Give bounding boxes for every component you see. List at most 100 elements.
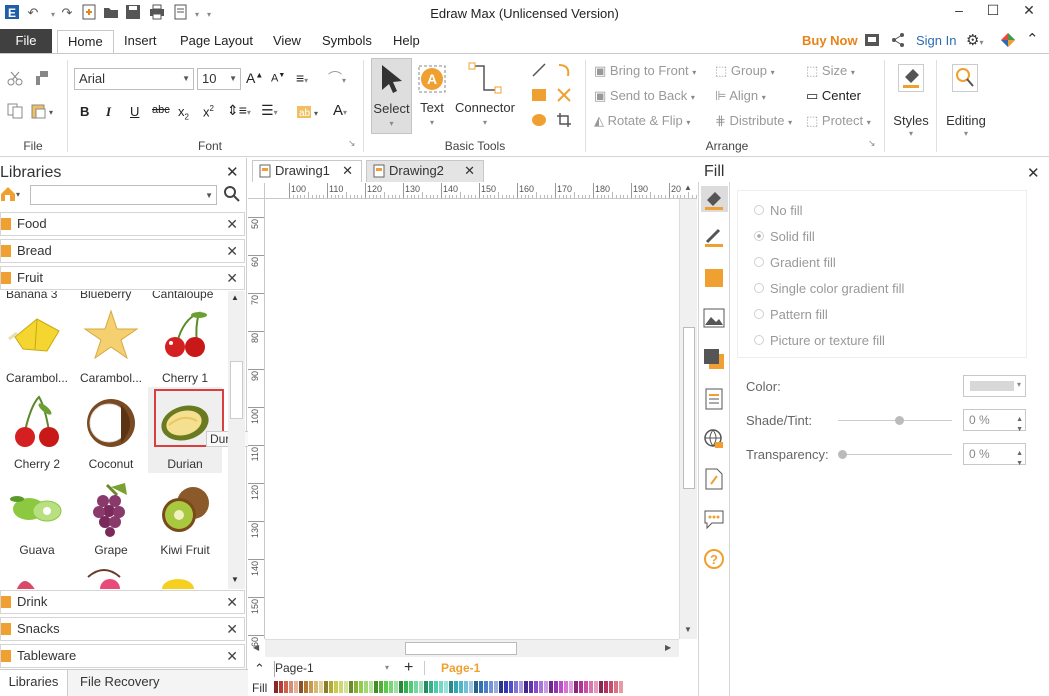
- font-size-select[interactable]: 10 ▼: [197, 68, 241, 90]
- color-swatch[interactable]: [469, 681, 473, 693]
- shade-tint-spinner[interactable]: 0 % ▲ ▼: [963, 409, 1026, 433]
- bold-icon[interactable]: B: [80, 104, 89, 119]
- close-category-icon[interactable]: ✕: [226, 213, 238, 235]
- color-swatch[interactable]: [379, 681, 383, 693]
- cut-icon[interactable]: [7, 70, 23, 86]
- close-category-icon[interactable]: ✕: [226, 240, 238, 262]
- connector-dropdown-icon[interactable]: ▾: [452, 118, 518, 127]
- color-swatch[interactable]: [359, 681, 363, 693]
- page-tab-page-1[interactable]: Page-1: [441, 661, 480, 675]
- cart-icon[interactable]: [864, 32, 880, 51]
- add-page-icon[interactable]: +: [404, 659, 413, 677]
- page-properties-icon[interactable]: [704, 388, 724, 413]
- color-swatch[interactable]: [339, 681, 343, 693]
- color-swatch[interactable]: [559, 681, 563, 693]
- color-swatch[interactable]: [584, 681, 588, 693]
- pen-tool-icon[interactable]: [556, 87, 572, 103]
- library-scrollbar[interactable]: ▲ ▼: [228, 291, 245, 589]
- color-swatch[interactable]: [314, 681, 318, 693]
- color-swatch[interactable]: [369, 681, 373, 693]
- share-icon[interactable]: [890, 32, 906, 51]
- rotate-flip-button[interactable]: ◭ Rotate & Flip ▾: [594, 113, 690, 129]
- library-category-bread[interactable]: Bread ✕: [0, 239, 245, 263]
- shape-cherry-1[interactable]: Cherry 1: [148, 301, 222, 387]
- color-swatch[interactable]: [274, 681, 278, 693]
- option-solid-fill[interactable]: Solid fill: [754, 229, 815, 244]
- color-swatch[interactable]: [404, 681, 408, 693]
- option-gradient-fill[interactable]: Gradient fill: [754, 255, 836, 270]
- library-search-input[interactable]: ▼: [30, 185, 217, 205]
- shape-cherry-2[interactable]: Cherry 2: [0, 387, 74, 473]
- tab-drawing2[interactable]: Drawing2 ✕: [366, 160, 484, 182]
- close-category-icon[interactable]: ✕: [226, 591, 238, 613]
- shape-carambola-2[interactable]: Carambol...: [74, 301, 148, 387]
- rectangle-tool-icon[interactable]: [531, 87, 547, 103]
- scroll-right-icon[interactable]: ▶: [665, 643, 671, 652]
- color-swatch[interactable]: [489, 681, 493, 693]
- format-painter-icon[interactable]: [33, 70, 49, 86]
- superscript-icon[interactable]: x2: [203, 104, 214, 119]
- arc-tool-icon[interactable]: [556, 62, 572, 78]
- shadow-icon[interactable]: [703, 348, 725, 373]
- highlight-color-icon[interactable]: ab ▾: [296, 104, 322, 120]
- maximize-icon[interactable]: ☐: [976, 0, 1010, 22]
- color-swatch[interactable]: [614, 681, 618, 693]
- color-swatch[interactable]: [544, 681, 548, 693]
- transparency-slider-track[interactable]: [838, 454, 952, 455]
- shade-slider-thumb[interactable]: [895, 416, 904, 425]
- shape-guava[interactable]: Guava: [0, 473, 74, 559]
- minimize-icon[interactable]: –: [942, 0, 976, 22]
- comment-icon[interactable]: [703, 508, 725, 533]
- send-to-back-button[interactable]: ▣ Send to Back ▾: [594, 88, 695, 104]
- paste-icon[interactable]: ▾: [31, 103, 59, 119]
- bring-to-front-button[interactable]: ▣ Bring to Front ▾: [594, 63, 696, 79]
- color-swatch[interactable]: [309, 681, 313, 693]
- color-swatch[interactable]: [284, 681, 288, 693]
- select-tool-button[interactable]: Select ▾: [371, 58, 412, 134]
- transparency-spinner[interactable]: 0 % ▲ ▼: [963, 443, 1026, 467]
- color-swatch[interactable]: [384, 681, 388, 693]
- font-name-select[interactable]: Arial ▼: [74, 68, 194, 90]
- editing-button[interactable]: Editing ▾: [940, 58, 992, 138]
- select-dropdown-icon[interactable]: ▾: [372, 119, 411, 128]
- underline-icon[interactable]: U: [130, 104, 139, 119]
- color-swatch[interactable]: [444, 681, 448, 693]
- library-category-tableware[interactable]: Tableware ✕: [0, 644, 245, 668]
- color-swatch[interactable]: [449, 681, 453, 693]
- library-category-food[interactable]: Food ✕: [0, 212, 245, 236]
- close-window-icon[interactable]: ✕: [1012, 0, 1046, 22]
- scroll-left-icon[interactable]: ◀: [253, 643, 259, 652]
- color-swatch[interactable]: [454, 681, 458, 693]
- ellipse-tool-icon[interactable]: [531, 112, 547, 128]
- canvas-horizontal-scrollbar[interactable]: ◀ ▶: [253, 639, 679, 657]
- color-swatch[interactable]: [459, 681, 463, 693]
- line-tool-icon[interactable]: [531, 62, 547, 78]
- color-swatch[interactable]: [464, 681, 468, 693]
- transparency-slider-thumb[interactable]: [838, 450, 847, 459]
- close-category-icon[interactable]: ✕: [226, 645, 238, 667]
- styles-button[interactable]: Styles ▾: [888, 58, 934, 138]
- tab-symbols[interactable]: Symbols: [312, 30, 382, 54]
- tab-page-layout[interactable]: Page Layout: [170, 30, 263, 54]
- shrink-font-icon[interactable]: A▼: [271, 72, 285, 85]
- color-swatch[interactable]: [344, 681, 348, 693]
- distribute-button[interactable]: ⋕ Distribute ▾: [715, 113, 792, 129]
- close-tab-icon[interactable]: ✕: [342, 161, 353, 181]
- option-no-fill[interactable]: No fill: [754, 203, 803, 218]
- text-align-icon[interactable]: ≡▾: [296, 70, 308, 86]
- italic-icon[interactable]: I: [106, 104, 111, 120]
- apps-icon[interactable]: [1000, 32, 1016, 51]
- library-category-drink[interactable]: Drink ✕: [0, 590, 245, 614]
- font-color-icon[interactable]: A▾: [333, 102, 347, 119]
- buy-now-link[interactable]: Buy Now: [802, 33, 858, 48]
- size-button[interactable]: ⬚ Size ▾: [806, 63, 855, 79]
- color-swatch[interactable]: [349, 681, 353, 693]
- color-swatch[interactable]: [504, 681, 508, 693]
- scroll-up-icon[interactable]: ▲: [684, 183, 692, 192]
- canvas-hscroll-thumb[interactable]: [405, 642, 517, 655]
- option-single-color-gradient-fill[interactable]: Single color gradient fill: [754, 281, 904, 296]
- color-swatch[interactable]: [434, 681, 438, 693]
- shape-durian[interactable]: Durian: [148, 387, 224, 473]
- color-swatch[interactable]: [549, 681, 553, 693]
- color-swatch[interactable]: [534, 681, 538, 693]
